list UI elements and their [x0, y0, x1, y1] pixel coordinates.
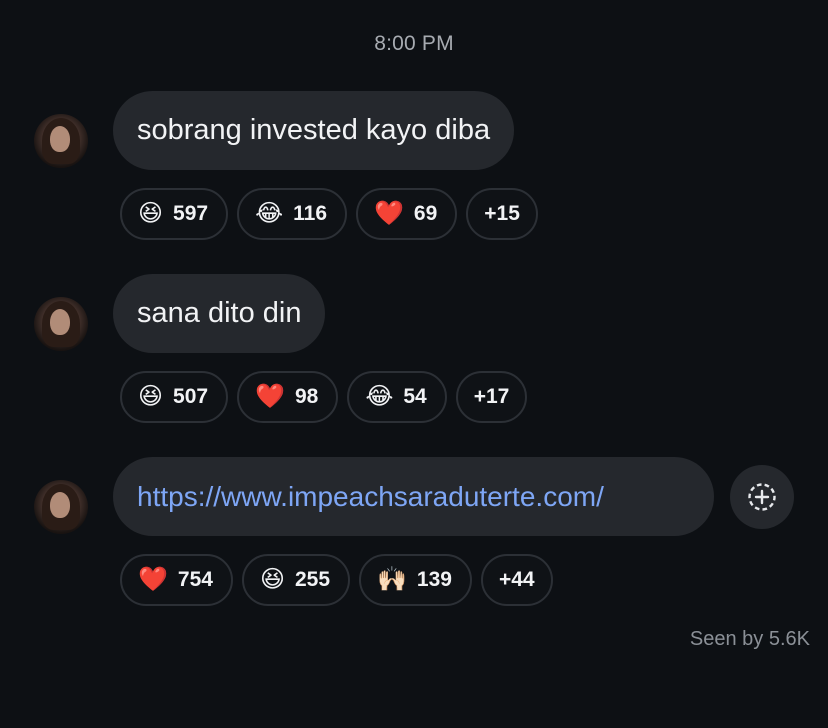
more-reactions-button[interactable]: +17 [455, 371, 528, 423]
message-bubble[interactable]: sobrang invested kayo diba [113, 91, 515, 170]
message-bubble[interactable]: sana dito din [113, 274, 326, 353]
heart-emoji-icon: ❤️ [255, 383, 285, 410]
reaction-count: 754 [177, 568, 213, 591]
reaction-pill-tears-of-joy[interactable]: 😂 54 [347, 371, 447, 423]
reaction-count: 98 [294, 385, 319, 408]
heart-emoji-icon: ❤️ [138, 566, 168, 593]
message-timestamp: 8:00 PM [374, 32, 454, 55]
more-reactions-button[interactable]: +44 [480, 554, 553, 606]
reaction-pill-heart[interactable]: ❤️ 69 [356, 188, 458, 240]
seen-by-count[interactable]: Seen by 5.6K [690, 628, 810, 651]
more-reactions-button[interactable]: +15 [466, 188, 538, 240]
reaction-count: 54 [403, 385, 427, 408]
sender-avatar[interactable] [34, 480, 88, 534]
reaction-pill-laugh[interactable]: 😆 255 [241, 554, 351, 606]
reaction-pill-heart[interactable]: ❤️ 754 [120, 554, 233, 606]
reaction-count: 597 [173, 202, 209, 225]
tears-of-joy-emoji-icon: 😂 [365, 383, 394, 410]
grinning-squinting-emoji-icon: 😆 [138, 383, 164, 410]
reaction-count: 255 [294, 568, 331, 591]
reaction-bar: ❤️ 754 😆 255 🙌🏻 139 +44 [120, 554, 553, 606]
raising-hands-emoji-icon: 🙌🏻 [377, 566, 407, 593]
grinning-squinting-emoji-icon: 😆 [138, 200, 164, 227]
grinning-squinting-emoji-icon: 😆 [259, 566, 285, 593]
link-message-bubble[interactable]: https://www.impeachsaraduterte.com/ [113, 457, 714, 536]
sender-avatar[interactable] [34, 114, 88, 168]
reaction-count: 69 [413, 202, 438, 225]
add-reaction-icon [748, 483, 776, 511]
reaction-count: 139 [416, 568, 452, 591]
reaction-pill-laugh[interactable]: 😆 597 [120, 188, 229, 240]
heart-emoji-icon: ❤️ [374, 200, 404, 227]
tears-of-joy-emoji-icon: 😂 [255, 200, 284, 227]
add-reaction-button[interactable] [730, 465, 794, 529]
reaction-bar: 😆 597 😂 116 ❤️ 69 +15 [120, 188, 538, 240]
sender-avatar[interactable] [34, 297, 88, 351]
reaction-count: 507 [173, 385, 209, 408]
reaction-pill-tears-of-joy[interactable]: 😂 116 [237, 188, 348, 240]
reaction-pill-laugh[interactable]: 😆 507 [120, 371, 229, 423]
reaction-bar: 😆 507 ❤️ 98 😂 54 +17 [120, 371, 528, 423]
reaction-count: 116 [293, 202, 328, 225]
reaction-pill-heart[interactable]: ❤️ 98 [237, 371, 339, 423]
reaction-pill-raising-hands[interactable]: 🙌🏻 139 [359, 554, 472, 606]
